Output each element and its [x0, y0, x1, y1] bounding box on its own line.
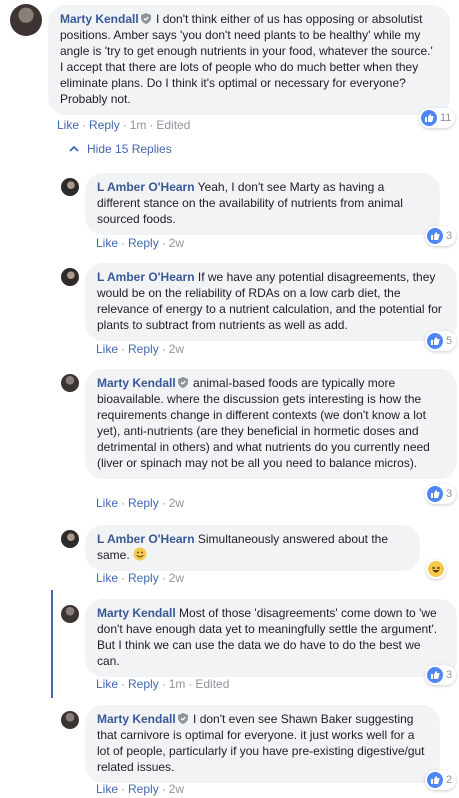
like-link[interactable]: Like [96, 782, 118, 796]
author-name[interactable]: Marty Kendall [97, 376, 176, 390]
comment-bubble: Marty Kendall Most of those 'disagreemen… [85, 599, 457, 677]
timestamp[interactable]: 2w [169, 496, 184, 510]
reply-link[interactable]: Reply [128, 782, 159, 796]
avatar[interactable] [61, 530, 79, 548]
like-reaction-icon [427, 667, 443, 683]
comment-actions: Like · Reply · 1m · Edited [57, 118, 191, 132]
reaction-number: 2 [446, 774, 453, 786]
comment-bubble: L Amber O'Hearn Yeah, I don't see Marty … [85, 173, 440, 235]
comment-text: animal-based foods are typically more bi… [97, 376, 430, 470]
shield-icon [177, 377, 188, 388]
timestamp[interactable]: 2w [169, 342, 184, 356]
reply-link[interactable]: Reply [128, 236, 159, 250]
reply-link[interactable]: Reply [128, 677, 159, 691]
author-name[interactable]: Marty Kendall [97, 606, 176, 620]
smiley-emoji-icon [133, 547, 147, 561]
reaction-number: 5 [446, 335, 453, 347]
like-link[interactable]: Like [96, 677, 118, 691]
reaction-count[interactable]: 3 [425, 665, 457, 685]
reaction-count[interactable]: 3 [425, 226, 457, 246]
author-name[interactable]: Marty Kendall [97, 712, 176, 726]
comment-text: I don't think either of us has opposing … [60, 12, 433, 106]
comment-actions: Like · Reply · 2w [96, 236, 185, 250]
author-name[interactable]: L Amber O'Hearn [97, 270, 195, 284]
edited-label[interactable]: Edited [156, 118, 190, 132]
shield-icon [177, 713, 188, 724]
hide-replies-link[interactable]: Hide 15 Replies [69, 142, 172, 156]
chevron-up-icon [69, 145, 79, 152]
like-link[interactable]: Like [96, 236, 118, 250]
timestamp[interactable]: 2w [169, 236, 184, 250]
like-reaction-icon [427, 486, 443, 502]
comment-actions: Like · Reply · 2w [96, 496, 185, 510]
reaction-count[interactable]: 11 [419, 108, 456, 128]
reaction-count[interactable]: 2 [425, 770, 457, 790]
comment-bubble: L Amber O'Hearn Simultaneously answered … [85, 525, 420, 571]
like-reaction-icon [421, 110, 437, 126]
reaction-count[interactable] [426, 559, 446, 579]
like-link[interactable]: Like [57, 118, 79, 132]
timestamp[interactable]: 2w [169, 782, 184, 796]
reaction-number: 11 [440, 112, 452, 124]
avatar[interactable] [61, 605, 79, 623]
comment-actions: Like · Reply · 1m · Edited [96, 677, 230, 691]
author-name[interactable]: Marty Kendall [60, 12, 139, 26]
reaction-number: 3 [446, 669, 453, 681]
comment-actions: Like · Reply · 2w [96, 782, 185, 796]
comment-bubble: Marty Kendall I don't think either of us… [48, 5, 450, 115]
reaction-count[interactable]: 3 [425, 484, 457, 504]
reply-link[interactable]: Reply [128, 342, 159, 356]
timestamp[interactable]: 1m [169, 677, 186, 691]
avatar[interactable] [61, 374, 79, 392]
like-link[interactable]: Like [96, 342, 118, 356]
reply-link[interactable]: Reply [128, 496, 159, 510]
avatar[interactable] [61, 268, 79, 286]
like-reaction-icon [427, 228, 443, 244]
reply-link[interactable]: Reply [89, 118, 120, 132]
reaction-number: 3 [446, 230, 453, 242]
comment-actions: Like · Reply · 2w [96, 571, 185, 585]
comment-actions: Like · Reply · 2w [96, 342, 185, 356]
like-link[interactable]: Like [96, 571, 118, 585]
thread-highlight-bar [51, 590, 53, 698]
like-link[interactable]: Like [96, 496, 118, 510]
like-reaction-icon [427, 772, 443, 788]
haha-reaction-icon [428, 561, 444, 577]
hide-replies-label[interactable]: Hide 15 Replies [87, 142, 172, 156]
reaction-count[interactable]: 5 [425, 331, 457, 351]
comment-bubble: L Amber O'Hearn If we have any potential… [85, 263, 457, 341]
avatar[interactable] [61, 711, 79, 729]
timestamp[interactable]: 1m [130, 118, 147, 132]
like-reaction-icon [427, 333, 443, 349]
edited-label[interactable]: Edited [195, 677, 229, 691]
avatar[interactable] [61, 178, 79, 196]
comment-bubble: Marty Kendall I don't even see Shawn Bak… [85, 705, 440, 783]
shield-icon [140, 13, 151, 24]
author-name[interactable]: L Amber O'Hearn [97, 532, 195, 546]
timestamp[interactable]: 2w [169, 571, 184, 585]
reaction-number: 3 [446, 488, 453, 500]
author-name[interactable]: L Amber O'Hearn [97, 180, 195, 194]
avatar[interactable] [10, 4, 42, 36]
reply-link[interactable]: Reply [128, 571, 159, 585]
comment-bubble: Marty Kendall animal-based foods are typ… [85, 369, 457, 479]
